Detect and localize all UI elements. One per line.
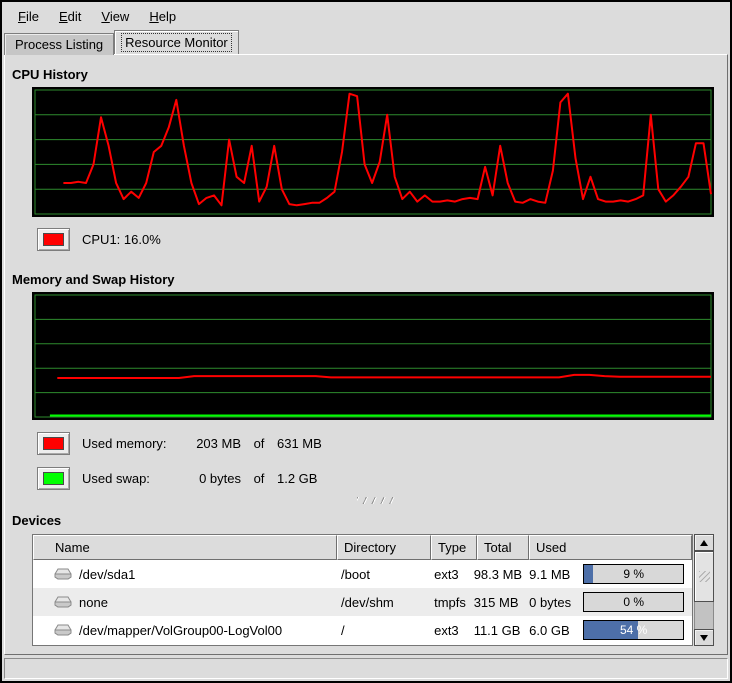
cpu-color-button[interactable]: [37, 228, 70, 251]
table-row[interactable]: /dev/sda1/bootext398.3 MB9.1 MB9 %: [33, 560, 692, 588]
devices-table-body: /dev/sda1/bootext398.3 MB9.1 MB9 %none/d…: [33, 560, 692, 645]
scroll-up-button[interactable]: [694, 534, 714, 551]
device-type: tmpfs: [427, 595, 473, 610]
menu-bar: FileEditViewHelp: [2, 2, 730, 30]
disk-icon: [54, 624, 72, 637]
device-type: ext3: [427, 567, 473, 582]
cpu-legend-label: CPU1: 16.0%: [82, 232, 161, 247]
menu-item-mnemonic: V: [101, 9, 109, 24]
status-bar: [4, 658, 728, 679]
memory-history-chart-frame: [32, 292, 714, 420]
swap-color-button[interactable]: [37, 467, 70, 490]
used-swap-value: 0 bytes: [179, 471, 241, 486]
device-name: /dev/mapper/VolGroup00-LogVol00: [79, 623, 282, 638]
device-directory: /dev/shm: [334, 595, 427, 610]
scrollbar-thumb[interactable]: [694, 551, 714, 602]
memory-history-title: Memory and Swap History: [12, 272, 727, 287]
progress-label: 54 %: [584, 621, 683, 639]
menu-item-label: iew: [110, 9, 130, 24]
used-swap-label: Used swap:: [82, 471, 179, 486]
cpu-history-title: CPU History: [12, 67, 727, 82]
menu-item-mnemonic: E: [59, 9, 68, 24]
device-used-value: 0 bytes: [529, 595, 583, 610]
memory-swap-history-chart: [32, 292, 714, 420]
device-name-cell: none: [33, 595, 334, 610]
device-total: 315 MB: [473, 595, 524, 610]
device-used-cell: 0 bytes0 %: [524, 592, 692, 612]
total-swap-value: 1.2 GB: [277, 471, 727, 486]
devices-table: Name Directory Type Total Used /dev/sda1…: [32, 534, 714, 646]
table-row[interactable]: /dev/mapper/VolGroup00-LogVol00 /ext311.1…: [33, 616, 692, 644]
progress-label: 9 %: [584, 565, 683, 583]
devices-tree: Name Directory Type Total Used /dev/sda1…: [32, 534, 693, 646]
tab-bar: Process Listing Resource Monitor: [2, 30, 730, 54]
tab-label: Resource Monitor: [122, 34, 231, 51]
cpu-history-chart-frame: [32, 87, 714, 217]
cpu-color-swatch: [43, 233, 64, 246]
table-row[interactable]: none/dev/shmtmpfs315 MB0 bytes0 %: [33, 588, 692, 616]
tab-resource-monitor[interactable]: Resource Monitor: [114, 30, 239, 54]
pane-resize-grip[interactable]: [357, 497, 397, 504]
devices-table-header: Name Directory Type Total Used: [33, 535, 692, 560]
menu-item-label: dit: [68, 9, 82, 24]
device-type: ext3: [427, 623, 473, 638]
tab-process-listing[interactable]: Process Listing: [4, 33, 114, 55]
arrow-up-icon: [700, 540, 708, 546]
used-memory-legend: Used memory: 203 MB of 631 MB: [37, 432, 727, 455]
device-total: 98.3 MB: [473, 567, 524, 582]
devices-scrollbar[interactable]: [694, 534, 714, 646]
progress-label: 0 %: [584, 593, 683, 611]
menu-item-file[interactable]: File: [8, 5, 49, 28]
device-directory: /boot: [334, 567, 427, 582]
device-name: none: [79, 595, 108, 610]
used-memory-value: 203 MB: [179, 436, 241, 451]
of-label: of: [241, 471, 277, 486]
device-total: 11.1 GB: [473, 623, 524, 638]
device-name-cell: /dev/sda1: [33, 567, 334, 582]
memory-color-swatch: [43, 437, 64, 450]
swap-color-swatch: [43, 472, 64, 485]
menu-item-mnemonic: H: [149, 9, 158, 24]
column-header-used[interactable]: Used: [529, 535, 692, 560]
menu-item-edit[interactable]: Edit: [49, 5, 91, 28]
menu-item-label: elp: [159, 9, 176, 24]
column-header-name[interactable]: Name: [33, 535, 337, 560]
menu-item-help[interactable]: Help: [139, 5, 186, 28]
device-used-value: 6.0 GB: [529, 623, 583, 638]
resource-monitor-page: CPU History CPU1: 16.0% Memory and Swap …: [4, 54, 728, 655]
memory-color-button[interactable]: [37, 432, 70, 455]
devices-title: Devices: [12, 513, 727, 528]
disk-icon: [54, 596, 72, 609]
total-memory-value: 631 MB: [277, 436, 727, 451]
scrollbar-track[interactable]: [694, 551, 714, 629]
device-name-cell: /dev/mapper/VolGroup00-LogVol00: [33, 623, 334, 638]
menu-item-mnemonic: F: [18, 9, 26, 24]
scroll-down-button[interactable]: [694, 629, 714, 646]
used-memory-label: Used memory:: [82, 436, 179, 451]
menu-item-label: ile: [26, 9, 39, 24]
usage-progress-bar: 0 %: [583, 592, 684, 612]
device-used-cell: 6.0 GB54 %: [524, 620, 692, 640]
of-label: of: [241, 436, 277, 451]
arrow-down-icon: [700, 635, 708, 641]
disk-icon: [54, 568, 72, 581]
column-header-directory[interactable]: Directory: [337, 535, 431, 560]
column-header-type[interactable]: Type: [431, 535, 477, 560]
cpu-history-chart: [32, 87, 714, 217]
device-directory: /: [334, 623, 427, 638]
usage-progress-bar: 9 %: [583, 564, 684, 584]
device-name: /dev/sda1: [79, 567, 135, 582]
cpu-legend: CPU1: 16.0%: [37, 227, 727, 251]
device-used-value: 9.1 MB: [529, 567, 583, 582]
column-header-total[interactable]: Total: [477, 535, 529, 560]
thumb-grip-icon: [699, 571, 710, 582]
system-monitor-window: FileEditViewHelp Process Listing Resourc…: [0, 0, 732, 683]
tab-label: Process Listing: [12, 36, 106, 53]
device-used-cell: 9.1 MB9 %: [524, 564, 692, 584]
menu-item-view[interactable]: View: [91, 5, 139, 28]
used-swap-legend: Used swap: 0 bytes of 1.2 GB: [37, 467, 727, 490]
usage-progress-bar: 54 %: [583, 620, 684, 640]
